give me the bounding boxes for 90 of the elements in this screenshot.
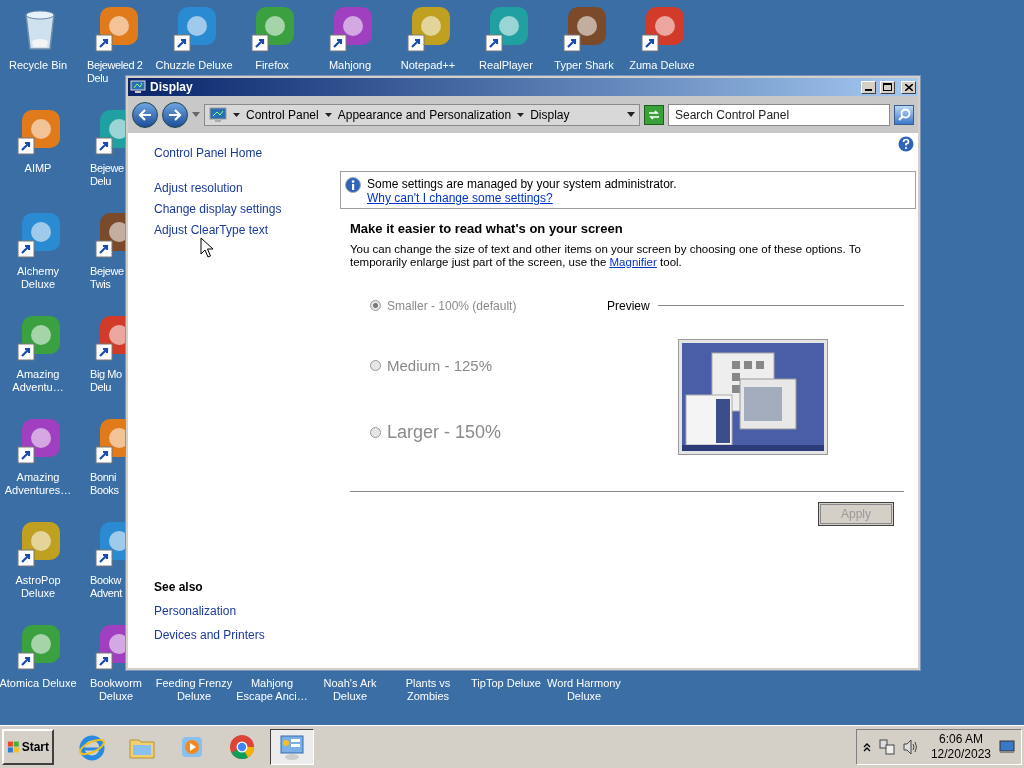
refresh-button[interactable] <box>644 104 664 125</box>
sidebar-link[interactable]: Adjust ClearType text <box>154 223 269 238</box>
mouse-pointer-icon <box>200 237 214 259</box>
speaker-icon[interactable] <box>902 739 919 755</box>
breadcrumb-item[interactable]: Control Panel <box>233 105 319 124</box>
icon-label[interactable]: Noah's Ark Deluxe <box>311 677 389 703</box>
icon-label[interactable]: Typer Shark <box>545 59 623 72</box>
app-shortcut-icon[interactable] <box>94 108 125 156</box>
magnifier-link[interactable]: Magnifier <box>609 255 657 268</box>
section-heading: Make it easier to read what's on your screen <box>350 220 624 238</box>
network-icon[interactable] <box>878 739 895 755</box>
search-icon <box>897 108 911 121</box>
app-shortcut-icon[interactable] <box>94 520 125 568</box>
control-panel-icon <box>278 733 306 761</box>
icon-label[interactable]: Feeding Frenzy Deluxe <box>155 677 233 703</box>
icon-label[interactable]: Bonni Books <box>90 471 119 497</box>
icon-label[interactable]: Atomica Deluxe <box>0 677 77 690</box>
address-bar[interactable]: Control Panel Appearance and Personalization Display <box>204 103 640 126</box>
icon-label[interactable]: Notepad++ <box>389 59 467 72</box>
back-arrow-icon <box>138 108 152 121</box>
minimize-button[interactable] <box>861 80 876 94</box>
monitor-icon <box>209 106 227 123</box>
option-label: Larger - 150% <box>387 421 502 444</box>
chevron-up-icon[interactable] <box>862 742 871 752</box>
icon-label[interactable]: Word Harmony Deluxe <box>545 677 623 703</box>
icon-label[interactable]: Chuzzle Deluxe <box>155 59 233 72</box>
breadcrumb-item[interactable]: Appearance and Personalization <box>324 105 512 124</box>
close-button[interactable] <box>901 80 916 94</box>
icon-label[interactable]: Alchemy Deluxe <box>0 265 77 291</box>
icon-label[interactable]: TipTop Deluxe <box>467 677 545 690</box>
app-shortcut-icon[interactable] <box>94 417 125 465</box>
window-title: Display <box>150 79 194 96</box>
chrome-icon <box>228 733 256 761</box>
app-shortcut-icon[interactable] <box>94 211 125 259</box>
icon-label[interactable]: Mahjong Escape Anci… <box>233 677 311 703</box>
breadcrumb-item[interactable]: Display <box>517 105 570 124</box>
show-desktop-icon[interactable] <box>999 740 1015 754</box>
monitor-icon <box>130 80 146 94</box>
icon-label[interactable]: Bookworm Deluxe <box>77 677 155 703</box>
sidebar-link[interactable]: Control Panel Home <box>154 146 263 161</box>
icon-label[interactable]: Bejewe Delu <box>90 162 124 188</box>
minimize-icon <box>865 88 872 91</box>
preview-label: Preview <box>607 297 650 315</box>
back-button[interactable] <box>132 101 158 128</box>
sidebar-link[interactable]: Devices and Printers <box>154 626 265 644</box>
icon-label[interactable]: Amazing Adventures… <box>0 471 77 497</box>
caret-icon[interactable] <box>517 112 525 117</box>
icon-label[interactable]: AstroPop Deluxe <box>0 574 77 600</box>
info-link[interactable]: Why can't I change some settings? <box>367 191 553 205</box>
sidebar-link[interactable]: Change display settings <box>154 202 282 217</box>
icon-label[interactable]: Zuma Deluxe <box>623 59 701 72</box>
description-text: You can change the size of text and other items on your screen by choosing one of these options. To temporarily enlarge just part of the screen, use the Magnifier tool. <box>350 242 862 269</box>
icon-label[interactable]: Bejewe Twis <box>90 265 124 291</box>
search-field[interactable]: Search Control Panel <box>669 104 889 125</box>
caret-icon[interactable] <box>324 112 332 117</box>
app-shortcut-icon[interactable] <box>94 314 125 362</box>
refresh-icon <box>647 108 661 121</box>
app-shortcut-icon[interactable] <box>94 623 125 671</box>
maximize-icon <box>883 83 892 91</box>
info-text: Some settings are managed by your system administrator. <box>367 177 677 191</box>
forward-button[interactable] <box>162 101 188 128</box>
clock-date[interactable]: 12/20/2023 <box>930 747 991 762</box>
icon-label[interactable]: RealPlayer <box>467 59 545 72</box>
icon-label[interactable]: Bookw Advent <box>90 574 122 600</box>
icon-label[interactable]: AIMP <box>0 162 77 175</box>
info-icon <box>345 177 361 193</box>
sidebar-link[interactable]: Personalization <box>154 602 237 620</box>
four-squares-icon <box>7 740 20 754</box>
close-icon <box>904 83 913 91</box>
ie-icon <box>78 733 106 761</box>
icon-label[interactable]: Plants vs Zombies <box>389 677 467 703</box>
dropdown-caret-icon[interactable] <box>627 112 635 117</box>
icon-label[interactable]: Amazing Adventu… <box>0 368 77 394</box>
option-label: Smaller - 100% (default) <box>387 297 517 315</box>
caret-icon[interactable] <box>233 112 240 117</box>
icon-label[interactable]: Bejeweled 2 Delu <box>87 59 143 85</box>
search-button[interactable] <box>894 104 914 125</box>
forward-arrow-icon <box>168 108 182 121</box>
maximize-button[interactable] <box>880 80 895 94</box>
clock-time[interactable]: 6:06 AM <box>938 732 983 747</box>
start-button[interactable]: Start <box>2 729 54 765</box>
see-also-heading: See also <box>154 579 203 596</box>
icon-label[interactable]: Firefox <box>233 59 311 72</box>
help-icon[interactable] <box>898 136 914 152</box>
option-label: Medium - 125% <box>387 355 493 376</box>
icon-label[interactable]: Big Mo Delu <box>90 368 122 394</box>
sidebar-link[interactable]: Adjust resolution <box>154 181 243 196</box>
taskbar-app-button[interactable] <box>270 729 314 765</box>
icon-label[interactable]: Mahjong <box>311 59 389 72</box>
icon-label[interactable]: Recycle Bin <box>0 59 77 72</box>
